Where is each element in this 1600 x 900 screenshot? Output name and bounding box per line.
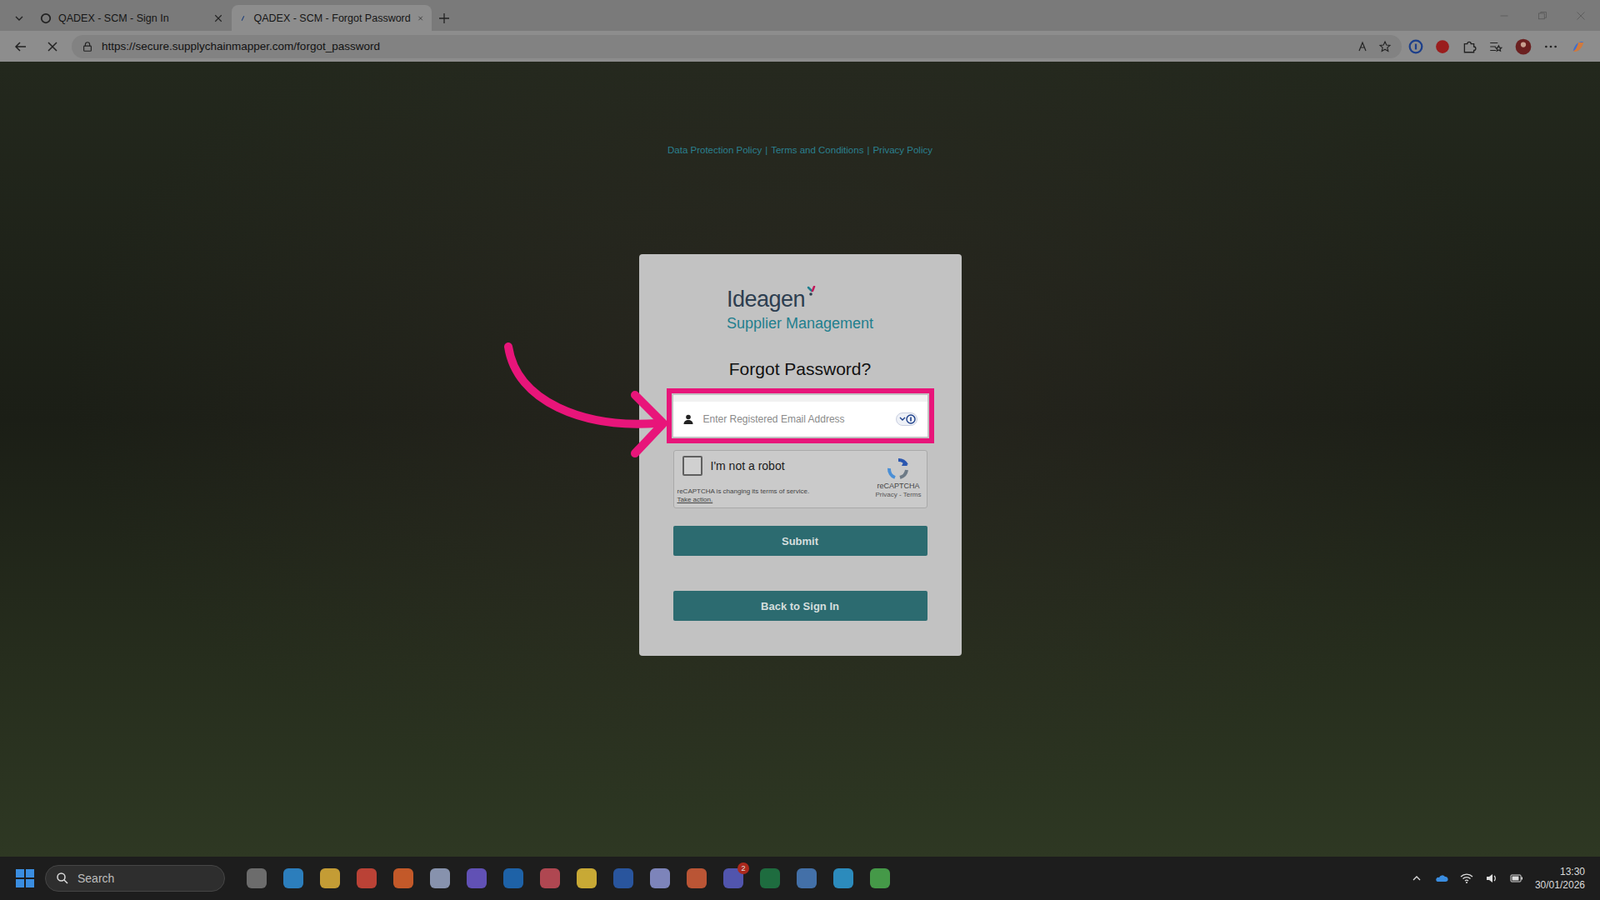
back-arrow-icon xyxy=(14,40,28,54)
taskbar-app-icon[interactable] xyxy=(466,868,487,889)
address-bar[interactable]: https://secure.supplychainmapper.com/for… xyxy=(71,35,1402,59)
toolbar: https://secure.supplychainmapper.com/for… xyxy=(0,30,1600,62)
copilot-icon[interactable] xyxy=(1570,38,1587,55)
submit-button[interactable]: Submit xyxy=(673,525,928,556)
logo-product: Supplier Management xyxy=(726,313,874,334)
restore-icon xyxy=(1537,10,1548,21)
tab-strip: QADEX - SCM - Sign In QADEX - SCM - Forgo… xyxy=(0,0,1600,31)
windows-start-icon[interactable] xyxy=(15,868,35,889)
taskbar-app-icon[interactable] xyxy=(576,868,597,889)
url-text: https://secure.supplychainmapper.com/for… xyxy=(101,40,1349,53)
email-input[interactable] xyxy=(701,412,888,426)
policy-link[interactable]: Terms and Conditions xyxy=(770,145,864,155)
taskbar-app-icon[interactable] xyxy=(650,868,670,889)
stop-icon xyxy=(45,40,60,54)
loading-favicon-icon xyxy=(240,12,247,25)
screen: QADEX - SCM - Sign In QADEX - SCM - Forgo… xyxy=(0,0,1600,900)
captcha-brand: reCAPTCHA xyxy=(877,481,920,490)
lock-icon xyxy=(81,40,94,53)
taskbar-app-icon[interactable] xyxy=(246,868,267,889)
plus-icon xyxy=(437,11,451,25)
link-separator: | xyxy=(765,145,768,155)
captcha-checkbox[interactable] xyxy=(682,455,703,476)
taskbar-app-icon[interactable]: 2 xyxy=(723,868,744,889)
taskbar-app-icon[interactable] xyxy=(430,868,450,889)
taskbar-app-icon[interactable] xyxy=(503,868,524,889)
stop-button[interactable] xyxy=(40,34,65,60)
browser-tab[interactable]: QADEX - SCM - Forgot Password xyxy=(231,5,432,31)
battery-icon[interactable] xyxy=(1510,871,1524,885)
tab-list-button[interactable] xyxy=(6,5,32,31)
more-icon[interactable] xyxy=(1543,39,1559,55)
taskbar-apps: 2 xyxy=(246,868,890,889)
notification-badge: 2 xyxy=(737,862,750,875)
minimize-icon xyxy=(1499,10,1510,21)
favorites-icon[interactable] xyxy=(1488,39,1504,55)
taskbar: Search 2 13:3030/01/2026 xyxy=(0,856,1600,900)
take-action-link[interactable]: Take action. xyxy=(677,495,876,505)
onedrive-cloud-icon[interactable] xyxy=(1435,871,1449,885)
close-icon[interactable] xyxy=(417,13,424,24)
minimize-button[interactable] xyxy=(1485,0,1524,31)
recaptcha-logo-icon xyxy=(886,457,910,481)
close-icon[interactable] xyxy=(213,13,224,24)
email-field xyxy=(673,395,928,437)
volume-icon[interactable] xyxy=(1485,871,1499,885)
restore-button[interactable] xyxy=(1523,0,1562,31)
policy-link[interactable]: Data Protection Policy xyxy=(667,145,762,155)
taskbar-app-icon[interactable] xyxy=(356,868,377,889)
close-icon xyxy=(1575,10,1586,21)
taskbar-app-icon[interactable] xyxy=(393,868,414,889)
back-button[interactable] xyxy=(8,34,34,60)
password-manager-icon[interactable] xyxy=(1408,39,1424,55)
taskbar-app-icon[interactable] xyxy=(283,868,304,889)
new-tab-button[interactable] xyxy=(431,5,457,31)
user-icon xyxy=(683,414,694,425)
back-to-sign-in-button[interactable]: Back to Sign In xyxy=(673,590,928,621)
puzzle-icon[interactable] xyxy=(1461,39,1477,55)
system-tray: 13:3030/01/2026 xyxy=(1410,865,1589,892)
tab-label: QADEX - SCM - Sign In xyxy=(58,12,207,25)
logo-name: Ideagen xyxy=(726,285,805,314)
policy-links: Data Protection Policy|Terms and Conditi… xyxy=(667,145,933,155)
ideagen-logo: IdeagenSupplier Management xyxy=(726,285,874,334)
policy-link[interactable]: Privacy Policy xyxy=(872,145,933,155)
tab-label: QADEX - SCM - Forgot Password xyxy=(253,12,410,25)
password-manager-icon[interactable] xyxy=(895,412,918,426)
extensions xyxy=(1408,38,1592,55)
taskbar-app-icon[interactable] xyxy=(613,868,634,889)
taskbar-app-icon[interactable] xyxy=(686,868,707,889)
profile-avatar-icon[interactable] xyxy=(1515,38,1532,55)
taskbar-app-icon[interactable] xyxy=(540,868,560,889)
page-title: Forgot Password? xyxy=(673,358,928,380)
browser-tab[interactable]: QADEX - SCM - Sign In xyxy=(31,5,232,31)
taskbar-app-icon[interactable] xyxy=(760,868,780,889)
captcha-links[interactable]: Privacy - Terms xyxy=(875,490,922,499)
taskbar-app-icon[interactable] xyxy=(833,868,854,889)
qadex-favicon-icon xyxy=(40,12,52,25)
logo-mark-icon xyxy=(806,285,817,298)
page: Data Protection Policy|Terms and Conditi… xyxy=(0,61,1600,857)
taskbar-app-icon[interactable] xyxy=(796,868,817,889)
recaptcha: I'm not a robot reCAPTCHA is changing its… xyxy=(673,450,928,509)
chevron-down-icon xyxy=(12,11,26,25)
taskbar-app-icon[interactable] xyxy=(870,868,890,889)
close-window-button[interactable] xyxy=(1561,0,1600,31)
annotation-arrow-icon xyxy=(491,333,675,475)
search-icon xyxy=(55,871,70,885)
wifi-icon[interactable] xyxy=(1460,871,1474,885)
link-separator: | xyxy=(866,145,870,155)
captcha-notice: reCAPTCHA is changing its terms of servi… xyxy=(677,487,876,505)
captcha-label: I'm not a robot xyxy=(710,459,785,473)
read-aloud-icon[interactable] xyxy=(1356,40,1370,54)
field-highlight xyxy=(666,388,935,444)
forgot-password-card: IdeagenSupplier Management Forgot Passwor… xyxy=(639,254,962,656)
chevron-up-icon[interactable] xyxy=(1410,871,1424,885)
clock[interactable]: 13:3030/01/2026 xyxy=(1535,865,1589,892)
taskbar-search[interactable]: Search xyxy=(45,865,225,892)
extension-red-icon[interactable] xyxy=(1435,39,1450,55)
star-icon[interactable] xyxy=(1378,40,1392,54)
taskbar-app-icon[interactable] xyxy=(320,868,340,889)
